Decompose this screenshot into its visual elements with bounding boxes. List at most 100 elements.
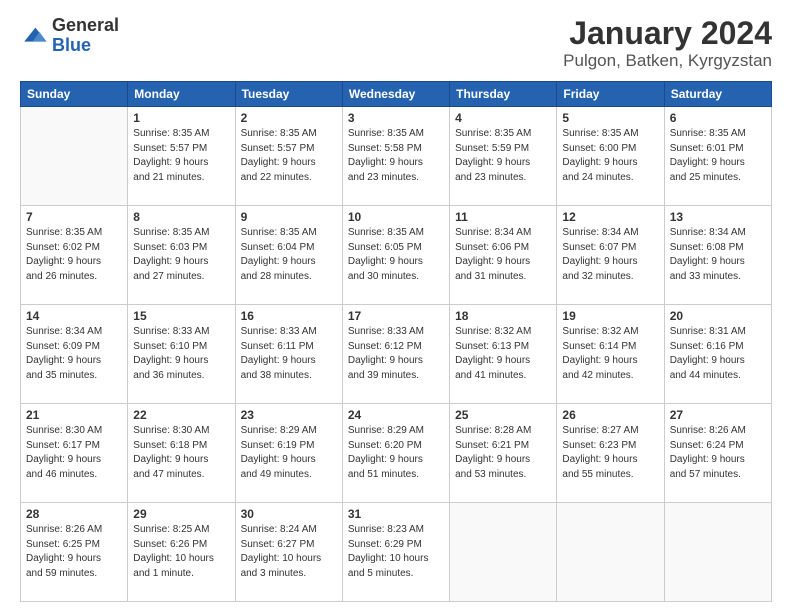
day-number: 21 <box>26 408 122 422</box>
table-row: 6 Sunrise: 8:35 AMSunset: 6:01 PMDaylight… <box>664 107 771 206</box>
day-info: Sunrise: 8:23 AMSunset: 6:29 PMDaylight:… <box>348 523 444 581</box>
day-info: Sunrise: 8:32 AMSunset: 6:14 PMDaylight:… <box>562 325 658 383</box>
table-row: 14 Sunrise: 8:34 AMSunset: 6:09 PMDayligh… <box>21 305 128 404</box>
table-row: 19 Sunrise: 8:32 AMSunset: 6:14 PMDayligh… <box>557 305 664 404</box>
day-info: Sunrise: 8:35 AMSunset: 5:57 PMDaylight:… <box>133 127 229 185</box>
title-block: January 2024 Pulgon, Batken, Kyrgyzstan <box>563 16 772 71</box>
day-number: 9 <box>241 210 337 224</box>
table-row: 3Sunrise: 8:35 AMSunset: 5:58 PMDaylight… <box>342 107 449 206</box>
day-number: 26 <box>562 408 658 422</box>
day-info: Sunrise: 8:35 AMSunset: 5:58 PMDaylight:… <box>348 127 444 185</box>
table-row <box>21 107 128 206</box>
day-info: Sunrise: 8:27 AMSunset: 6:23 PMDaylight:… <box>562 424 658 482</box>
day-number: 23 <box>241 408 337 422</box>
table-row: 24 Sunrise: 8:29 AMSunset: 6:20 PMDayligh… <box>342 404 449 503</box>
col-sunday: Sunday <box>21 82 128 107</box>
day-info: Sunrise: 8:35 AMSunset: 6:03 PMDaylight:… <box>133 226 229 284</box>
day-info: Sunrise: 8:34 AMSunset: 6:08 PMDaylight:… <box>670 226 766 284</box>
table-row <box>450 503 557 602</box>
day-number: 31 <box>348 507 444 521</box>
day-number: 17 <box>348 309 444 323</box>
logo-icon <box>20 22 48 50</box>
day-info: Sunrise: 8:26 AMSunset: 6:24 PMDaylight:… <box>670 424 766 482</box>
day-number: 19 <box>562 309 658 323</box>
day-number: 6 <box>670 111 766 125</box>
table-row: 15 Sunrise: 8:33 AMSunset: 6:10 PMDayligh… <box>128 305 235 404</box>
table-row: 25Sunrise: 8:28 AMSunset: 6:21 PMDayligh… <box>450 404 557 503</box>
day-info: Sunrise: 8:29 AMSunset: 6:20 PMDaylight:… <box>348 424 444 482</box>
day-number: 27 <box>670 408 766 422</box>
table-row <box>664 503 771 602</box>
day-info: Sunrise: 8:32 AMSunset: 6:13 PMDaylight:… <box>455 325 551 383</box>
day-number: 10 <box>348 210 444 224</box>
table-row: 17 Sunrise: 8:33 AMSunset: 6:12 PMDayligh… <box>342 305 449 404</box>
day-info: Sunrise: 8:33 AMSunset: 6:12 PMDaylight:… <box>348 325 444 383</box>
day-number: 5 <box>562 111 658 125</box>
day-info: Sunrise: 8:35 AMSunset: 5:57 PMDaylight:… <box>241 127 337 185</box>
day-number: 16 <box>241 309 337 323</box>
day-number: 28 <box>26 507 122 521</box>
table-row: 11 Sunrise: 8:34 AMSunset: 6:06 PMDayligh… <box>450 206 557 305</box>
logo-general-text: General <box>52 16 119 36</box>
day-number: 4 <box>455 111 551 125</box>
day-number: 2 <box>241 111 337 125</box>
table-row: 5Sunrise: 8:35 AMSunset: 6:00 PMDaylight… <box>557 107 664 206</box>
day-number: 8 <box>133 210 229 224</box>
day-number: 1 <box>133 111 229 125</box>
day-info: Sunrise: 8:33 AMSunset: 6:11 PMDaylight:… <box>241 325 337 383</box>
table-row: 26 Sunrise: 8:27 AMSunset: 6:23 PMDayligh… <box>557 404 664 503</box>
page: General Blue January 2024 Pulgon, Batken… <box>0 0 792 612</box>
table-row: 4Sunrise: 8:35 AMSunset: 5:59 PMDaylight… <box>450 107 557 206</box>
day-info: Sunrise: 8:35 AMSunset: 6:02 PMDaylight:… <box>26 226 122 284</box>
day-number: 7 <box>26 210 122 224</box>
day-number: 24 <box>348 408 444 422</box>
col-monday: Monday <box>128 82 235 107</box>
day-info: Sunrise: 8:35 AMSunset: 6:04 PMDaylight:… <box>241 226 337 284</box>
day-info: Sunrise: 8:24 AMSunset: 6:27 PMDaylight:… <box>241 523 337 581</box>
day-info: Sunrise: 8:31 AMSunset: 6:16 PMDaylight:… <box>670 325 766 383</box>
day-info: Sunrise: 8:35 AMSunset: 6:01 PMDaylight:… <box>670 127 766 185</box>
calendar-week-row: 14 Sunrise: 8:34 AMSunset: 6:09 PMDayligh… <box>21 305 772 404</box>
day-info: Sunrise: 8:30 AMSunset: 6:17 PMDaylight:… <box>26 424 122 482</box>
table-row: 31 Sunrise: 8:23 AMSunset: 6:29 PMDayligh… <box>342 503 449 602</box>
day-number: 22 <box>133 408 229 422</box>
day-number: 15 <box>133 309 229 323</box>
calendar-week-row: 1 Sunrise: 8:35 AMSunset: 5:57 PMDaylight… <box>21 107 772 206</box>
day-number: 12 <box>562 210 658 224</box>
col-tuesday: Tuesday <box>235 82 342 107</box>
logo: General Blue <box>20 16 119 56</box>
table-row: 2 Sunrise: 8:35 AMSunset: 5:57 PMDaylight… <box>235 107 342 206</box>
col-saturday: Saturday <box>664 82 771 107</box>
day-info: Sunrise: 8:33 AMSunset: 6:10 PMDaylight:… <box>133 325 229 383</box>
table-row: 29 Sunrise: 8:25 AMSunset: 6:26 PMDayligh… <box>128 503 235 602</box>
col-thursday: Thursday <box>450 82 557 107</box>
col-wednesday: Wednesday <box>342 82 449 107</box>
table-row: 7 Sunrise: 8:35 AMSunset: 6:02 PMDaylight… <box>21 206 128 305</box>
table-row: 30Sunrise: 8:24 AMSunset: 6:27 PMDayligh… <box>235 503 342 602</box>
day-info: Sunrise: 8:25 AMSunset: 6:26 PMDaylight:… <box>133 523 229 581</box>
day-info: Sunrise: 8:34 AMSunset: 6:06 PMDaylight:… <box>455 226 551 284</box>
table-row: 16 Sunrise: 8:33 AMSunset: 6:11 PMDayligh… <box>235 305 342 404</box>
calendar-week-row: 21 Sunrise: 8:30 AMSunset: 6:17 PMDayligh… <box>21 404 772 503</box>
day-number: 20 <box>670 309 766 323</box>
day-info: Sunrise: 8:26 AMSunset: 6:25 PMDaylight:… <box>26 523 122 581</box>
page-title: January 2024 <box>563 16 772 51</box>
day-number: 11 <box>455 210 551 224</box>
logo-text: General Blue <box>52 16 119 56</box>
calendar-week-row: 28 Sunrise: 8:26 AMSunset: 6:25 PMDayligh… <box>21 503 772 602</box>
page-subtitle: Pulgon, Batken, Kyrgyzstan <box>563 51 772 71</box>
calendar-header-row: Sunday Monday Tuesday Wednesday Thursday… <box>21 82 772 107</box>
day-info: Sunrise: 8:34 AMSunset: 6:09 PMDaylight:… <box>26 325 122 383</box>
table-row: 22Sunrise: 8:30 AMSunset: 6:18 PMDayligh… <box>128 404 235 503</box>
day-number: 18 <box>455 309 551 323</box>
calendar-table: Sunday Monday Tuesday Wednesday Thursday… <box>20 81 772 602</box>
day-number: 14 <box>26 309 122 323</box>
day-info: Sunrise: 8:35 AMSunset: 6:05 PMDaylight:… <box>348 226 444 284</box>
table-row: 13 Sunrise: 8:34 AMSunset: 6:08 PMDayligh… <box>664 206 771 305</box>
day-number: 13 <box>670 210 766 224</box>
table-row: 28 Sunrise: 8:26 AMSunset: 6:25 PMDayligh… <box>21 503 128 602</box>
calendar-week-row: 7 Sunrise: 8:35 AMSunset: 6:02 PMDaylight… <box>21 206 772 305</box>
day-number: 29 <box>133 507 229 521</box>
col-friday: Friday <box>557 82 664 107</box>
table-row: 9 Sunrise: 8:35 AMSunset: 6:04 PMDaylight… <box>235 206 342 305</box>
